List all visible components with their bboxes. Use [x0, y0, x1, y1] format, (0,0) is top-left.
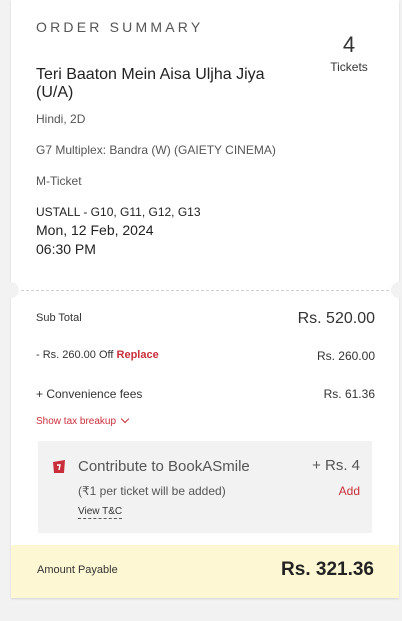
chevron-down-icon	[120, 414, 130, 424]
tax-breakup-label: Show tax breakup	[36, 416, 117, 427]
booking-details: ORDER SUMMARY 4 Tickets Teri Baaton Mein…	[11, 0, 399, 290]
show-time: 06:30 PM	[36, 241, 96, 257]
add-contribution-button[interactable]: Add	[339, 484, 360, 498]
contribution-subtitle: (₹1 per ticket will be added)	[78, 484, 226, 498]
discount-row: - Rs. 260.00 Off Replace	[36, 349, 159, 361]
ticket-count: 4	[342, 32, 356, 57]
amount-payable-value: Rs. 321.36	[281, 559, 374, 580]
gift-icon	[53, 460, 65, 473]
discount-value: Rs. 260.00	[316, 349, 375, 363]
dashed-divider	[11, 290, 399, 291]
bookasmile-contribution: Contribute to BookASmile + Rs. 4 (₹1 per…	[38, 441, 372, 533]
ticket-notch-left	[3, 282, 19, 298]
replace-link[interactable]: Replace	[117, 349, 159, 361]
ticket-notch-right	[391, 282, 402, 298]
contribution-amount: + Rs. 4	[312, 457, 360, 474]
convenience-value: Rs. 61.36	[323, 387, 375, 401]
contribution-title: Contribute to BookASmile	[78, 458, 250, 475]
section-title: ORDER SUMMARY	[36, 19, 204, 35]
show-date: Mon, 12 Feb, 2024	[36, 222, 154, 238]
subtotal-value: Rs. 520.00	[297, 310, 375, 327]
order-summary-card: ORDER SUMMARY 4 Tickets Teri Baaton Mein…	[3, 0, 402, 598]
discount-label: - Rs. 260.00 Off	[36, 349, 114, 361]
convenience-label: + Convenience fees	[36, 387, 143, 401]
ticket-type: M-Ticket	[36, 174, 82, 188]
venue-name: G7 Multiplex: Bandra (W) (GAIETY CINEMA)	[36, 143, 276, 157]
language-format: Hindi, 2D	[36, 112, 86, 126]
amount-payable-label: Amount Payable	[37, 564, 118, 576]
view-tc-link[interactable]: View T&C	[78, 506, 123, 519]
ticket-count-label: Tickets	[330, 60, 368, 74]
movie-title: Teri Baaton Mein Aisa Uljha Jiya (U/A)	[36, 66, 265, 101]
subtotal-label: Sub Total	[36, 312, 82, 324]
seat-numbers: USTALL - G10, G11, G12, G13	[36, 205, 201, 219]
tax-breakup-toggle[interactable]: Show tax breakup	[36, 414, 130, 427]
amount-payable-bar: Amount Payable Rs. 321.36	[11, 545, 399, 598]
